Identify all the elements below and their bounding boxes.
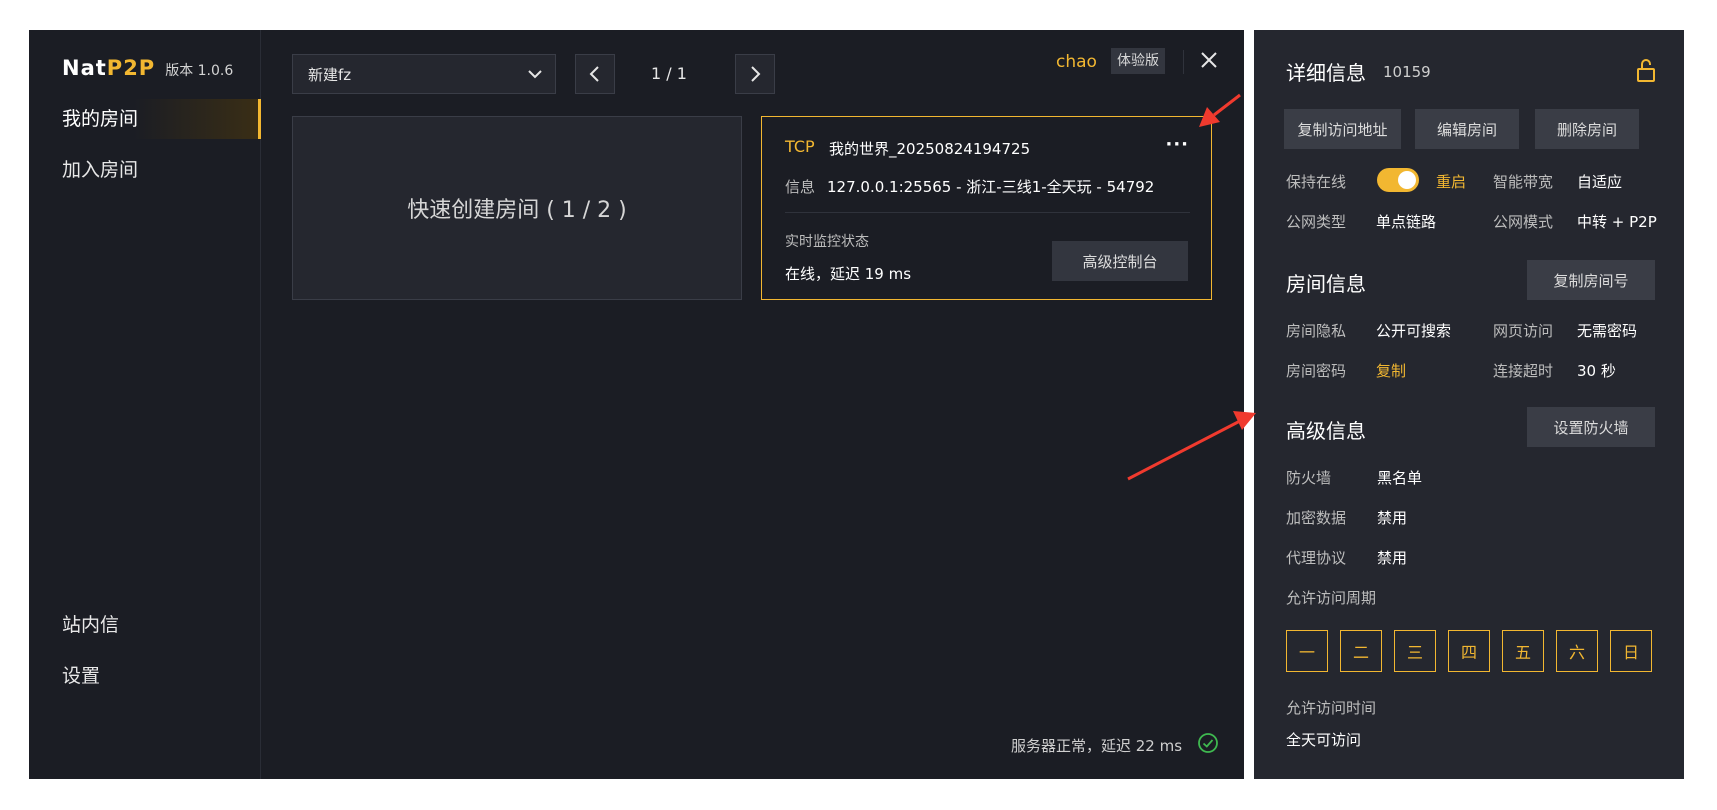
room-info-value: 127.0.0.1:25565 - 浙江-三线1-全天玩 - 54792 <box>827 178 1155 196</box>
main-window: Nat P2P 版本 1.0.6 我的房间 加入房间 站内信 设置 新建fz 1 … <box>29 30 1244 779</box>
keep-online-label: 保持在线 <box>1286 173 1347 191</box>
room-protocol: TCP <box>785 137 815 156</box>
trial-badge: 体验版 <box>1111 48 1165 74</box>
room-id: 10159 <box>1383 63 1431 81</box>
brand-logo: Nat P2P 版本 1.0.6 <box>62 56 233 80</box>
more-options-icon[interactable]: ··· <box>1165 134 1189 155</box>
firewall-label: 防火墙 <box>1286 469 1332 487</box>
copy-room-number-button[interactable]: 复制房间号 <box>1527 260 1655 300</box>
web-access-value: 无需密码 <box>1577 322 1638 340</box>
net-type-label: 公网类型 <box>1286 213 1347 231</box>
room-card[interactable]: TCP 我的世界_20250824194725 ··· 信息 127.0.0.1… <box>761 116 1212 300</box>
day-button-mon[interactable]: 一 <box>1286 630 1328 672</box>
encrypt-value: 禁用 <box>1377 509 1408 527</box>
day-button-wed[interactable]: 三 <box>1394 630 1436 672</box>
net-mode-label: 公网模式 <box>1493 213 1554 231</box>
restart-link[interactable]: 重启 <box>1436 171 1466 192</box>
prev-page-button[interactable] <box>575 54 615 94</box>
net-type-value: 单点链路 <box>1376 213 1437 231</box>
monitor-status: 在线，延迟 19 ms <box>785 265 912 283</box>
room-info-title: 房间信息 <box>1286 272 1366 296</box>
chevron-right-icon <box>751 66 761 82</box>
web-access-label: 网页访问 <box>1493 322 1554 340</box>
smart-bandwidth-value: 自适应 <box>1577 173 1623 191</box>
copy-address-button[interactable]: 复制访问地址 <box>1284 109 1401 149</box>
timeout-value: 30 秒 <box>1577 362 1616 380</box>
timeout-label: 连接超时 <box>1493 362 1554 380</box>
room-select[interactable]: 新建fz <box>292 54 556 94</box>
sidebar-item-my-rooms[interactable]: 我的房间 <box>29 99 261 139</box>
net-mode-value: 中转 + P2P <box>1577 213 1657 231</box>
version-label: 版本 1.0.6 <box>165 63 234 79</box>
detail-panel: 详细信息 10159 复制访问地址 编辑房间 删除房间 保持在线 重启 智能带宽… <box>1254 30 1684 779</box>
detail-title: 详细信息 <box>1286 61 1366 85</box>
copy-password-link[interactable]: 复制 <box>1376 360 1406 381</box>
day-button-thu[interactable]: 四 <box>1448 630 1490 672</box>
access-time-label: 允许访问时间 <box>1286 699 1377 717</box>
card-divider <box>785 212 1190 213</box>
privacy-label: 房间隐私 <box>1286 322 1347 340</box>
day-button-sun[interactable]: 日 <box>1610 630 1652 672</box>
page-indicator: 1 / 1 <box>651 64 687 83</box>
smart-bandwidth-label: 智能带宽 <box>1493 173 1554 191</box>
sidebar-item-settings[interactable]: 设置 <box>29 656 261 696</box>
day-button-tue[interactable]: 二 <box>1340 630 1382 672</box>
room-name: 我的世界_20250824194725 <box>829 140 1031 158</box>
day-button-sat[interactable]: 六 <box>1556 630 1598 672</box>
firewall-value: 黑名单 <box>1377 469 1423 487</box>
server-status-text: 服务器正常，延迟 22 ms <box>1011 737 1183 755</box>
privacy-value: 公开可搜索 <box>1376 322 1452 340</box>
encrypt-label: 加密数据 <box>1286 509 1347 527</box>
username[interactable]: chao <box>1056 52 1097 72</box>
close-icon <box>1201 52 1217 68</box>
day-button-fri[interactable]: 五 <box>1502 630 1544 672</box>
monitor-label: 实时监控状态 <box>785 234 869 250</box>
sidebar: Nat P2P 版本 1.0.6 我的房间 加入房间 站内信 设置 <box>29 30 261 779</box>
close-button[interactable] <box>1195 46 1223 74</box>
access-time-value: 全天可访问 <box>1286 731 1362 749</box>
edit-room-button[interactable]: 编辑房间 <box>1415 109 1519 149</box>
quick-create-room-card[interactable]: 快速创建房间 ( 1 / 2 ) <box>292 116 742 300</box>
room-info-label: 信息 <box>785 178 816 196</box>
delete-room-button[interactable]: 删除房间 <box>1535 109 1639 149</box>
chevron-left-icon <box>589 66 599 82</box>
toolbar-divider <box>1183 50 1184 74</box>
advanced-info-title: 高级信息 <box>1286 419 1366 443</box>
room-select-value: 新建fz <box>308 65 352 84</box>
proxy-label: 代理协议 <box>1286 549 1347 567</box>
firewall-settings-button[interactable]: 设置防火墙 <box>1527 407 1655 447</box>
brand-nat: Nat <box>62 56 107 80</box>
check-circle-icon <box>1198 733 1218 753</box>
toggle-knob <box>1398 171 1416 189</box>
chevron-down-icon <box>528 70 542 79</box>
unlock-icon[interactable] <box>1634 57 1658 83</box>
brand-p2p: P2P <box>106 56 156 80</box>
next-page-button[interactable] <box>735 54 775 94</box>
proxy-value: 禁用 <box>1377 549 1408 567</box>
sidebar-item-messages[interactable]: 站内信 <box>29 605 261 645</box>
advanced-console-button[interactable]: 高级控制台 <box>1052 241 1188 281</box>
keep-online-toggle[interactable] <box>1377 168 1419 192</box>
sidebar-item-join-room[interactable]: 加入房间 <box>29 150 261 190</box>
password-label: 房间密码 <box>1286 362 1347 380</box>
access-period-label: 允许访问周期 <box>1286 589 1377 607</box>
